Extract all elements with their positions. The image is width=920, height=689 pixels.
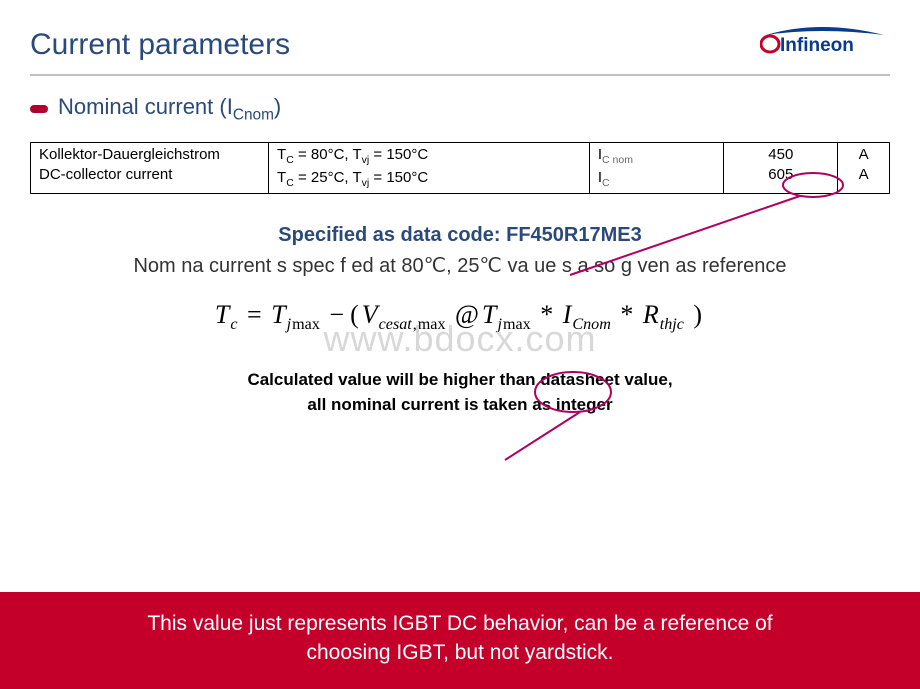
param-en: DC-collector current	[39, 166, 172, 183]
footer-banner: This value just represents IGBT DC behav…	[0, 592, 920, 689]
footer-line-2: choosing IGBT, but not yardstick.	[307, 641, 614, 664]
note-line: Nom na current s spec f ed at 80℃, 25℃ v…	[30, 253, 890, 278]
infineon-logo: Infineon	[760, 25, 890, 64]
cell-conditions: TC = 80°C, Tvj = 150°C TC = 25°C, Tvj = …	[269, 143, 590, 193]
formula: Tc = Tjmax −(Vcesat,max @Tjmax * ICnom *…	[30, 300, 890, 334]
calc-note: Calculated value will be higher than dat…	[30, 368, 890, 417]
datasheet-table: Kollektor-Dauergleichstrom DC-collector …	[30, 142, 890, 193]
bullet-icon	[30, 105, 48, 113]
bullet-label-post: )	[274, 94, 281, 119]
cell-value: 450 605	[724, 143, 838, 193]
calc-note-l2: all nominal current is taken as integer	[307, 395, 612, 414]
cell-symbol: IC nom IC	[589, 143, 724, 193]
param-de: Kollektor-Dauergleichstrom	[39, 146, 220, 163]
footer-line-1: This value just represents IGBT DC behav…	[147, 612, 772, 635]
bullet-label-pre: Nominal current (I	[58, 94, 233, 119]
spec-line: Specified as data code: FF450R17ME3	[30, 224, 890, 247]
table-row: Kollektor-Dauergleichstrom DC-collector …	[31, 143, 890, 193]
value-605: 605	[768, 166, 793, 183]
cell-unit: A A	[838, 143, 890, 193]
cell-parameter: Kollektor-Dauergleichstrom DC-collector …	[31, 143, 269, 193]
calc-note-l1: Calculated value will be higher than dat…	[247, 370, 672, 389]
brand-text: Infineon	[780, 35, 854, 56]
bullet-nominal-current: Nominal current (ICnom)	[30, 94, 890, 124]
bullet-label-sub: Cnom	[233, 106, 274, 123]
bullet-label: Nominal current (ICnom)	[58, 94, 281, 124]
value-450: 450	[768, 146, 793, 163]
